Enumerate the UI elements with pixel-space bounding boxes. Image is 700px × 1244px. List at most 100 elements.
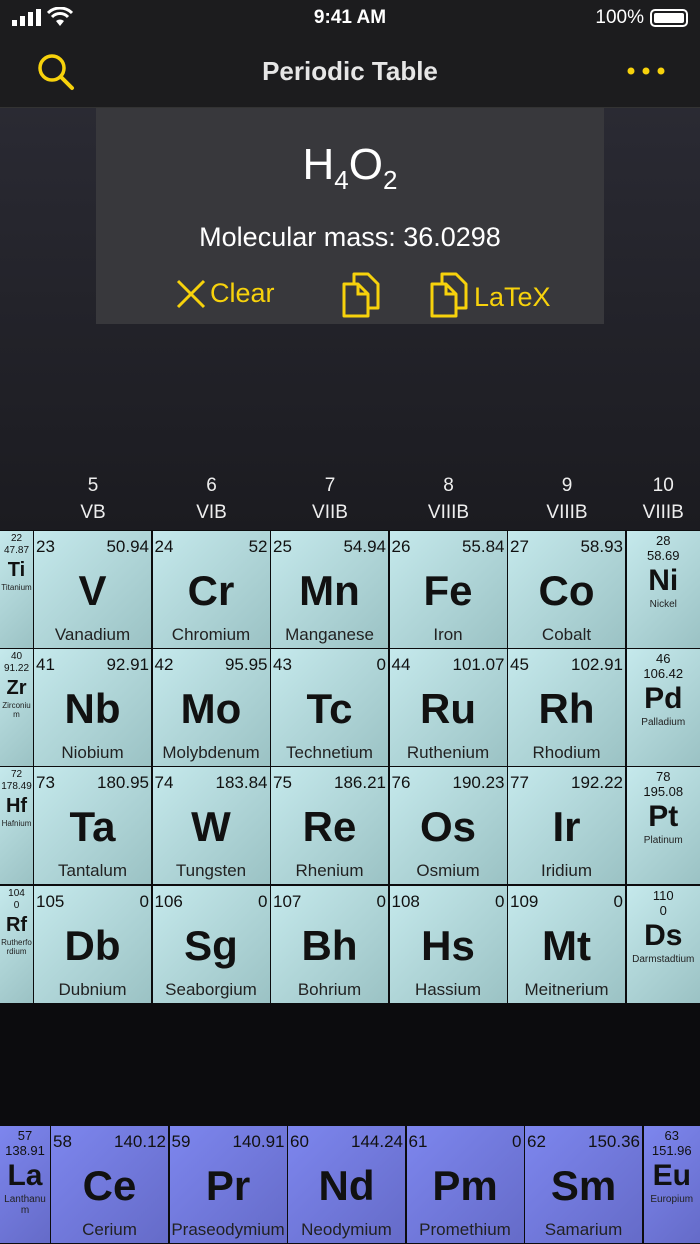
- element-symbol: Pd: [644, 682, 683, 716]
- element-cell[interactable]: 110 0 Ds Darmstadtium: [626, 885, 700, 1003]
- atomic-number: 46: [656, 651, 671, 667]
- element-name: Samarium: [544, 1220, 623, 1239]
- element-cell[interactable]: 105 0 Db Dubnium: [34, 885, 151, 1003]
- atomic-number: 60: [290, 1132, 309, 1151]
- element-cell[interactable]: 59 140.91 Pr Praseodymium: [169, 1126, 287, 1243]
- atomic-number: 74: [154, 773, 174, 793]
- element-cell[interactable]: 109 0 Mt Meitnerium: [508, 885, 625, 1003]
- element-cell[interactable]: 46 106.42 Pd Palladium: [626, 649, 700, 767]
- element-cell[interactable]: 61 0 Pm Promethium: [406, 1126, 524, 1243]
- battery: 100%: [595, 7, 688, 29]
- atomic-mass: 192.22: [571, 773, 623, 793]
- element-name: Osmium: [416, 861, 480, 881]
- page-title: Periodic Table: [262, 56, 438, 86]
- atomic-mass: 0: [258, 891, 268, 911]
- element-symbol: Sm: [550, 1162, 617, 1209]
- element-cell[interactable]: 22 47.87 Ti Titanium: [0, 531, 33, 648]
- element-cell[interactable]: 58 140.12 Ce Cerium: [51, 1126, 168, 1243]
- atomic-number: 62: [527, 1132, 546, 1151]
- atomic-number: 57: [17, 1128, 33, 1143]
- content-area: H4O2 Molecular mass: 36.0298 Clear LaTeX: [0, 108, 700, 530]
- element-name: Praseodymium: [171, 1220, 285, 1239]
- element-cell[interactable]: 60 144.24 Nd Neodymium: [288, 1126, 405, 1243]
- atomic-mass: 0: [659, 902, 667, 918]
- more-icon[interactable]: [626, 66, 666, 76]
- element-cell[interactable]: 73 180.95 Ta Tantalum: [34, 767, 151, 885]
- atomic-number: 105: [36, 891, 65, 911]
- atomic-mass: 55.84: [461, 537, 505, 556]
- element-symbol: Pr: [205, 1162, 251, 1209]
- element-name: Manganese: [285, 625, 374, 644]
- element-name: Bohrium: [297, 979, 362, 999]
- atomic-number: 28: [656, 533, 671, 548]
- element-cell[interactable]: 104 0 Rf Rutherfordium: [0, 885, 33, 1003]
- element-name: Neodymium: [301, 1220, 392, 1239]
- element-symbol: Tc: [306, 685, 353, 733]
- element-cell[interactable]: 42 95.95 Mo Molybdenum: [152, 649, 270, 767]
- atomic-mass: 0: [13, 899, 20, 911]
- atomic-number: 61: [408, 1132, 428, 1151]
- atomic-number: 76: [391, 773, 411, 793]
- element-cell[interactable]: 28 58.69 Ni Nickel: [626, 531, 700, 648]
- element-symbol: Pm: [432, 1162, 498, 1209]
- element-cell[interactable]: 106 0 Sg Seaborgium: [152, 885, 270, 1003]
- atomic-number: 63: [664, 1128, 679, 1143]
- element-cell[interactable]: 40 91.22 Zr Zirconium: [0, 649, 33, 767]
- element-cell[interactable]: 107 0 Bh Bohrium: [271, 885, 388, 1003]
- element-name: Nickel: [649, 599, 677, 610]
- element-cell[interactable]: 43 0 Tc Technetium: [271, 649, 388, 767]
- atomic-mass: 47.87: [3, 545, 30, 556]
- atomic-mass: 195.08: [643, 784, 684, 800]
- element-cell[interactable]: 44 101.07 Ru Ruthenium: [389, 649, 507, 767]
- atomic-number: 59: [171, 1132, 191, 1151]
- element-symbol: Re: [302, 803, 357, 851]
- element-symbol: Bh: [301, 921, 358, 969]
- atomic-number: 27: [510, 537, 529, 556]
- element-cell[interactable]: 24 52 Cr Chromium: [152, 531, 270, 648]
- element-cell[interactable]: 72 178.49 Hf Hafnium: [0, 767, 33, 885]
- element-cell[interactable]: 74 183.84 W Tungsten: [152, 767, 270, 885]
- atomic-mass: 178.49: [1, 781, 32, 793]
- element-cell[interactable]: 57 138.91 La Lanthanum: [0, 1126, 50, 1243]
- atomic-mass: 92.91: [106, 655, 149, 675]
- element-cell[interactable]: 26 55.84 Fe Iron: [389, 531, 507, 648]
- copy-button[interactable]: [342, 272, 382, 318]
- element-cell[interactable]: 78 195.08 Pt Platinum: [626, 767, 700, 885]
- element-cell[interactable]: 23 50.94 V Vanadium: [34, 531, 151, 648]
- group-roman: VIIIB: [642, 502, 684, 523]
- element-name: Molybdenum: [162, 743, 260, 763]
- element-symbol: Ru: [420, 685, 476, 733]
- element-cell[interactable]: 76 190.23 Os Osmium: [389, 767, 507, 885]
- element-name: Hassium: [414, 979, 482, 999]
- element-name: Chromium: [171, 625, 251, 644]
- element-name: Platinum: [643, 835, 683, 847]
- latex-label: LaTeX: [474, 281, 551, 312]
- element-cell[interactable]: 27 58.93 Co Cobalt: [508, 531, 625, 648]
- element-symbol: Hs: [421, 921, 475, 969]
- element-cell[interactable]: 41 92.91 Nb Niobium: [34, 649, 151, 767]
- element-cell[interactable]: 25 54.94 Mn Manganese: [271, 531, 388, 648]
- element-cell[interactable]: 108 0 Hs Hassium: [389, 885, 507, 1003]
- atomic-number: 40: [10, 651, 23, 663]
- element-symbol: Rf: [5, 913, 28, 936]
- group-number: 6: [206, 475, 217, 496]
- copy-latex-button[interactable]: LaTeX: [430, 272, 551, 318]
- element-symbol: Mt: [542, 921, 591, 969]
- element-cell[interactable]: 62 150.36 Sm Samarium: [525, 1126, 642, 1243]
- formula-o: O: [348, 140, 383, 189]
- group-header: 5 VB: [34, 472, 152, 526]
- element-name: Rhodium: [532, 743, 601, 763]
- group-number: 8: [443, 475, 454, 496]
- element-symbol: Ds: [644, 918, 683, 952]
- element-symbol: Ti: [7, 559, 26, 581]
- clear-button[interactable]: Clear: [176, 278, 275, 309]
- element-symbol: V: [78, 567, 107, 614]
- group-number: 9: [561, 475, 573, 496]
- element-cell[interactable]: 77 192.22 Ir Iridium: [508, 767, 625, 885]
- element-cell[interactable]: 63 151.96 Eu Europium: [643, 1126, 700, 1243]
- group-roman: VIIIB: [546, 502, 588, 523]
- atomic-number: 104: [8, 887, 25, 899]
- element-cell[interactable]: 75 186.21 Re Rhenium: [271, 767, 388, 885]
- status-bar: 9:41 AM 100%: [0, 0, 700, 36]
- element-cell[interactable]: 45 102.91 Rh Rhodium: [508, 649, 625, 767]
